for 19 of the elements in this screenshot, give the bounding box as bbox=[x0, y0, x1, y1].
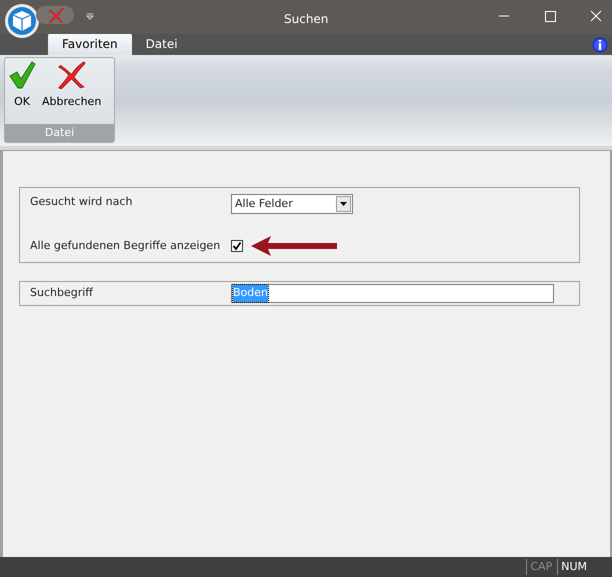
ribbon-tab[interactable]: Favoriten bbox=[48, 33, 132, 55]
checkbox[interactable] bbox=[231, 240, 243, 252]
dropdown-field[interactable]: Alle Felder bbox=[231, 194, 353, 214]
field-label: Gesucht wird nach bbox=[30, 194, 134, 210]
ribbon-tab[interactable]: Datei bbox=[132, 33, 192, 55]
caret-icon[interactable] bbox=[336, 196, 351, 212]
check-icon bbox=[8, 60, 36, 90]
field-label: Suchbegriff bbox=[30, 285, 94, 302]
ribbon-button[interactable]: OK bbox=[5, 58, 39, 112]
status-indicator: CAP bbox=[526, 558, 556, 576]
cross-icon bbox=[56, 60, 87, 90]
field-label: Alle gefundenen Begriffe anzeigen bbox=[30, 238, 222, 254]
info-icon[interactable] bbox=[592, 36, 608, 52]
group-label: Datei bbox=[5, 124, 114, 142]
ribbon-button[interactable]: Abbrechen bbox=[39, 58, 104, 112]
status-indicator: NUM bbox=[557, 558, 590, 576]
cancel-icon[interactable] bbox=[36, 5, 74, 25]
dropdown-icon[interactable] bbox=[86, 12, 94, 20]
window-title: Suchen bbox=[284, 11, 328, 28]
